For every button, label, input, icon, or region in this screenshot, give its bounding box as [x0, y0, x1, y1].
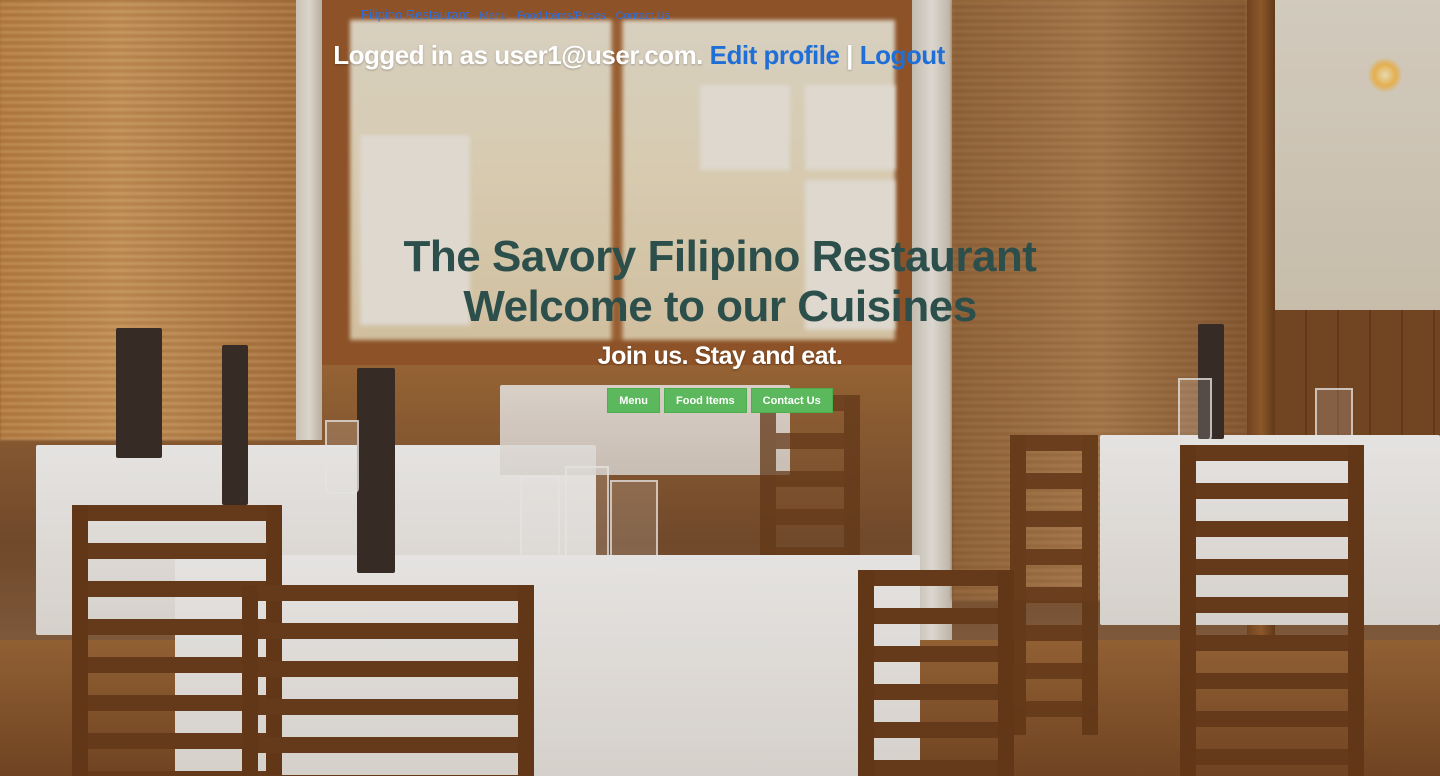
hero-title-line1: The Savory Filipino Restaurant — [403, 232, 1037, 281]
login-status: Logged in as user1@user.com. Edit profil… — [0, 40, 1440, 71]
food-items-button[interactable]: Food Items — [664, 388, 747, 413]
nav-food-items-prices-link[interactable]: Food Items/Prices — [517, 10, 606, 22]
hero-button-group: Menu Food Items Contact Us — [0, 388, 1440, 413]
edit-profile-link[interactable]: Edit profile — [710, 40, 840, 70]
page: Filipino Restaurant Menu Food Items/Pric… — [0, 0, 1440, 776]
nav-contact-us-link[interactable]: Contact Us — [616, 10, 670, 22]
brand-link[interactable]: Filipino Restaurant — [361, 7, 469, 22]
hero-title: The Savory Filipino Restaurant Welcome t… — [0, 232, 1440, 332]
top-nav: Filipino Restaurant Menu Food Items/Pric… — [361, 7, 670, 22]
nav-menu-link[interactable]: Menu — [479, 10, 507, 22]
login-separator: | — [846, 40, 853, 70]
logout-link[interactable]: Logout — [860, 40, 946, 70]
contact-us-button[interactable]: Contact Us — [750, 388, 833, 413]
login-status-text: Logged in as user1@user.com. — [333, 40, 703, 70]
menu-button[interactable]: Menu — [607, 388, 660, 413]
hero-tagline: Join us. Stay and eat. — [597, 342, 843, 370]
hero-title-line2: Welcome to our Cuisines — [463, 282, 977, 331]
